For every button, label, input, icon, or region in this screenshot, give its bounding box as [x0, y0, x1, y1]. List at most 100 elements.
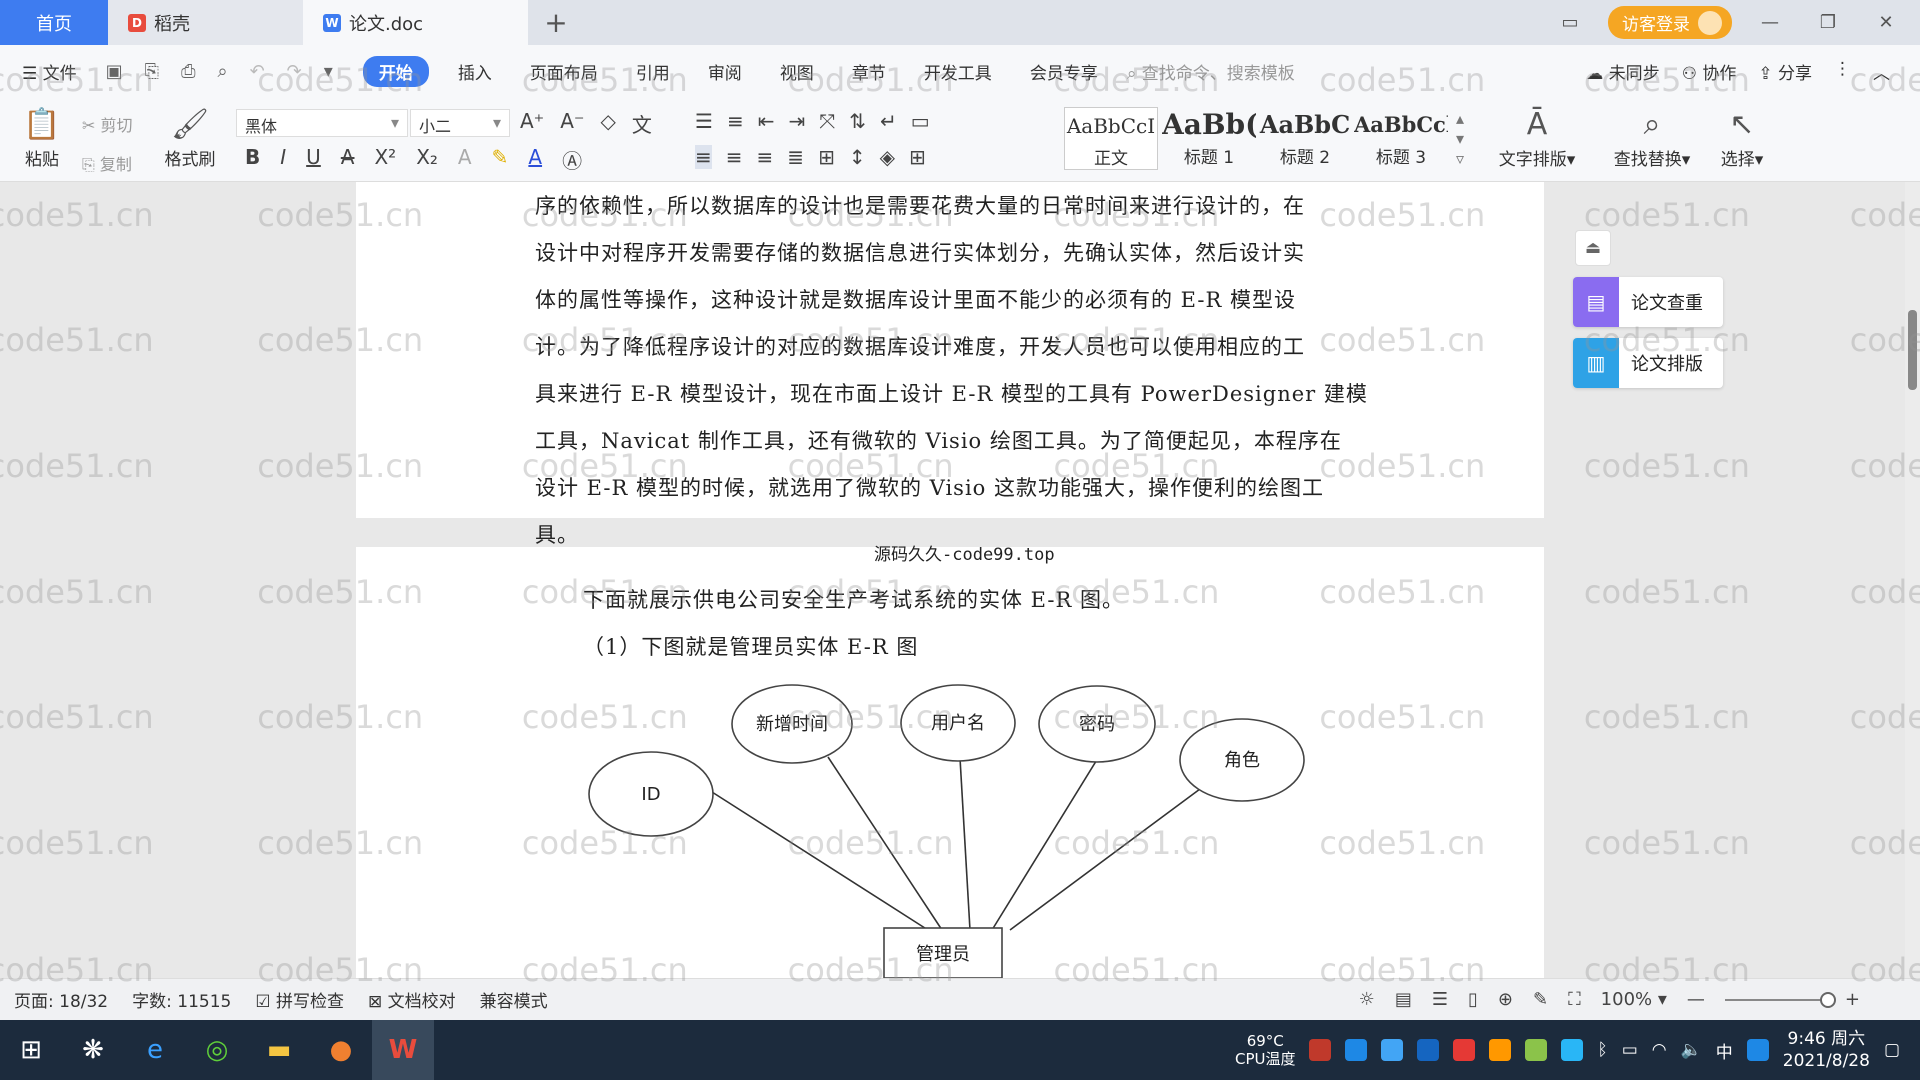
- zoom-slider[interactable]: [1724, 991, 1836, 1008]
- align-left-icon[interactable]: ≡: [695, 145, 712, 169]
- highlight-icon[interactable]: ✎: [492, 145, 509, 174]
- menu-chapter[interactable]: 章节: [833, 59, 905, 84]
- cut-button[interactable]: ✂ 剪切: [82, 112, 133, 136]
- copy-button[interactable]: ⎘ 复制: [82, 151, 132, 175]
- underline-icon[interactable]: U: [306, 145, 321, 174]
- tray-app-icon[interactable]: [1453, 1039, 1476, 1061]
- align-right-icon[interactable]: ≡: [757, 145, 774, 169]
- write-mode-icon[interactable]: ✎: [1533, 989, 1548, 1010]
- paper-check-button[interactable]: ▤ 论文查重: [1573, 277, 1723, 327]
- guest-login-button[interactable]: 访客登录: [1608, 6, 1732, 39]
- sort-icon[interactable]: ⇅: [849, 109, 866, 133]
- undo-icon[interactable]: ↶: [250, 61, 265, 82]
- spell-check-button[interactable]: ☑ 拼写检查: [255, 987, 344, 1012]
- phonetic-icon[interactable]: 文: [632, 109, 652, 138]
- style-heading-2[interactable]: AaBbC 标题 2: [1258, 107, 1352, 168]
- collapse-ribbon-icon[interactable]: ︿: [1873, 59, 1890, 84]
- grow-font-icon[interactable]: A⁺: [520, 109, 544, 138]
- menu-developer[interactable]: 开发工具: [905, 59, 1011, 84]
- tab-home[interactable]: 首页: [0, 0, 108, 45]
- wps-taskbar-icon[interactable]: W: [372, 1020, 434, 1080]
- page-view-icon[interactable]: ▤: [1395, 989, 1412, 1010]
- windows-start-icon[interactable]: ⊞: [0, 1020, 62, 1080]
- tray-app-icon[interactable]: [1525, 1039, 1548, 1061]
- print-icon[interactable]: ⎙: [181, 61, 195, 82]
- layout-switch-icon[interactable]: ▭: [1550, 12, 1590, 33]
- command-search[interactable]: ⌕ 查找命令、搜索模板: [1127, 59, 1295, 84]
- file-explorer-icon[interactable]: ▬: [248, 1020, 310, 1080]
- cpu-temp-widget[interactable]: 69°C CPU温度: [1235, 1032, 1296, 1068]
- style-normal[interactable]: AaBbCcI 正文: [1064, 107, 1158, 170]
- clear-format-icon[interactable]: ◇: [601, 109, 616, 138]
- tray-app-icon[interactable]: [1345, 1039, 1368, 1061]
- tray-app-icon[interactable]: [1381, 1039, 1404, 1061]
- menu-start[interactable]: 开始: [362, 55, 429, 87]
- app-orange-icon[interactable]: ●: [310, 1020, 372, 1080]
- browser-360-icon[interactable]: ◎: [186, 1020, 248, 1080]
- char-border-icon[interactable]: Ⓐ: [562, 145, 582, 174]
- align-center-icon[interactable]: ≡: [726, 145, 743, 169]
- bold-icon[interactable]: B: [245, 145, 260, 174]
- italic-icon[interactable]: I: [280, 145, 286, 174]
- font-size-select[interactable]: 小二 ▾: [410, 109, 510, 137]
- collaborate-button[interactable]: ⚇ 协作: [1682, 59, 1737, 84]
- wifi-icon[interactable]: ◠: [1652, 1040, 1667, 1060]
- tray-app-icon[interactable]: [1561, 1039, 1584, 1061]
- tab-document[interactable]: W 论文.doc: [303, 0, 528, 45]
- reading-view-icon[interactable]: ▯: [1468, 989, 1478, 1010]
- menu-references[interactable]: 引用: [617, 59, 689, 84]
- tray-app-icon[interactable]: [1309, 1039, 1332, 1061]
- shield-icon[interactable]: [1417, 1039, 1440, 1061]
- redo-icon[interactable]: ↷: [287, 61, 302, 82]
- zoom-slider-knob[interactable]: [1819, 991, 1836, 1008]
- new-tab-button[interactable]: +: [528, 0, 584, 45]
- compat-mode[interactable]: 兼容模式: [480, 987, 548, 1012]
- outline-view-icon[interactable]: ☰: [1432, 989, 1448, 1010]
- bullet-list-icon[interactable]: ☰: [695, 109, 713, 133]
- vertical-scrollbar[interactable]: [1905, 182, 1920, 978]
- scrollbar-thumb[interactable]: [1908, 310, 1917, 390]
- select-button[interactable]: ↖ 选择▾: [1712, 105, 1772, 170]
- font-name-select[interactable]: 黑体 ▾: [236, 109, 408, 137]
- print-preview-icon[interactable]: ⌕: [217, 61, 227, 82]
- cloud-icon[interactable]: ⎘: [145, 61, 159, 82]
- word-count[interactable]: 字数: 11515: [132, 987, 231, 1012]
- side-panel-collapse-button[interactable]: ⏏: [1575, 230, 1611, 266]
- share-button[interactable]: ⇪ 分享: [1758, 59, 1812, 84]
- task-view-icon[interactable]: ❋: [62, 1020, 124, 1080]
- clock[interactable]: 9:46 周六 2021/8/28: [1783, 1028, 1870, 1072]
- text-effect-icon[interactable]: A: [458, 145, 472, 174]
- justify-icon[interactable]: ≣: [787, 145, 804, 169]
- page-indicator[interactable]: 页面: 18/32: [14, 987, 108, 1012]
- line-spacing-icon[interactable]: ↕: [849, 145, 866, 169]
- volume-icon[interactable]: 🔈: [1681, 1040, 1702, 1060]
- qq-icon[interactable]: [1746, 1039, 1769, 1061]
- paper-layout-button[interactable]: ▥ 论文排版: [1573, 338, 1723, 388]
- save-icon[interactable]: ▣: [106, 61, 123, 82]
- zoom-out-icon[interactable]: —: [1687, 989, 1705, 1010]
- proofread-button[interactable]: ⊠ 文档校对: [368, 987, 456, 1012]
- tray-app-icon[interactable]: [1489, 1039, 1512, 1061]
- paste-button[interactable]: 📋 粘贴: [14, 105, 70, 170]
- shading-icon[interactable]: ◈: [880, 145, 895, 169]
- bluetooth-icon[interactable]: ᛒ: [1597, 1040, 1607, 1060]
- minimize-icon[interactable]: —: [1750, 12, 1790, 33]
- increase-indent-icon[interactable]: ⇥: [788, 109, 805, 133]
- ie-browser-icon[interactable]: e: [124, 1020, 186, 1080]
- format-painter-button[interactable]: 🖌 格式刷: [160, 105, 220, 170]
- menu-view[interactable]: 视图: [761, 59, 833, 84]
- subscript-icon[interactable]: X₂: [416, 145, 438, 174]
- restore-icon[interactable]: ❐: [1808, 12, 1848, 33]
- zoom-in-icon[interactable]: +: [1845, 989, 1860, 1010]
- customize-dropdown-icon[interactable]: ▾: [324, 61, 333, 82]
- menu-insert[interactable]: 插入: [439, 59, 511, 84]
- more-icon[interactable]: ⋮: [1834, 59, 1851, 84]
- style-heading-1[interactable]: AaBb( 标题 1: [1162, 107, 1256, 168]
- ime-indicator[interactable]: 中: [1716, 1038, 1733, 1063]
- style-heading-3[interactable]: AaBbCcl 标题 3: [1354, 107, 1448, 168]
- text-layout-button[interactable]: Ā 文字排版▾: [1492, 105, 1582, 170]
- styles-scroll[interactable]: ▴ ▾ ▿: [1456, 109, 1464, 169]
- close-icon[interactable]: ✕: [1866, 12, 1906, 33]
- fit-page-icon[interactable]: ⛶: [1568, 989, 1581, 1010]
- find-replace-button[interactable]: ⌕ 查找替换▾: [1604, 105, 1700, 170]
